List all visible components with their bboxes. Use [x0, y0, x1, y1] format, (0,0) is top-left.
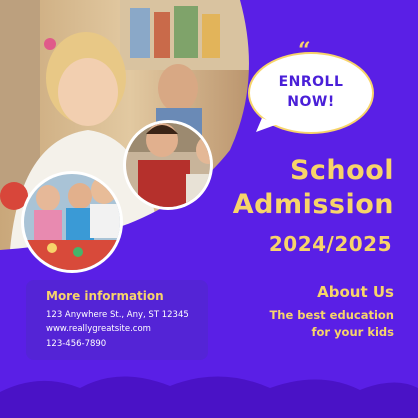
info-card: More information 123 Anywhere St., Any, …	[26, 280, 208, 360]
title-line-2: Admission	[232, 189, 394, 220]
info-heading: More information	[46, 289, 164, 303]
about-line-1: The best education	[269, 308, 394, 322]
about-line-2: for your kids	[311, 325, 394, 339]
quote-icon: “	[298, 38, 311, 64]
address-text: 123 Anywhere St., Any, ST 12345	[46, 310, 189, 320]
page-title: School Admission	[233, 154, 394, 222]
enroll-line-2: NOW!	[287, 94, 335, 110]
title-line-1: School	[289, 155, 394, 186]
school-year: 2024/2025	[268, 232, 392, 256]
phone-text: 123-456-7890	[46, 339, 107, 349]
about-us-heading: About Us	[317, 283, 394, 301]
website-link[interactable]: www.reallygreatsite.com	[46, 324, 151, 334]
enroll-line-1: ENROLL	[278, 74, 344, 90]
admission-poster: “ ENROLL NOW! School Admission 2024/2025…	[0, 0, 418, 418]
enroll-now-bubble[interactable]: ENROLL NOW!	[257, 72, 365, 112]
